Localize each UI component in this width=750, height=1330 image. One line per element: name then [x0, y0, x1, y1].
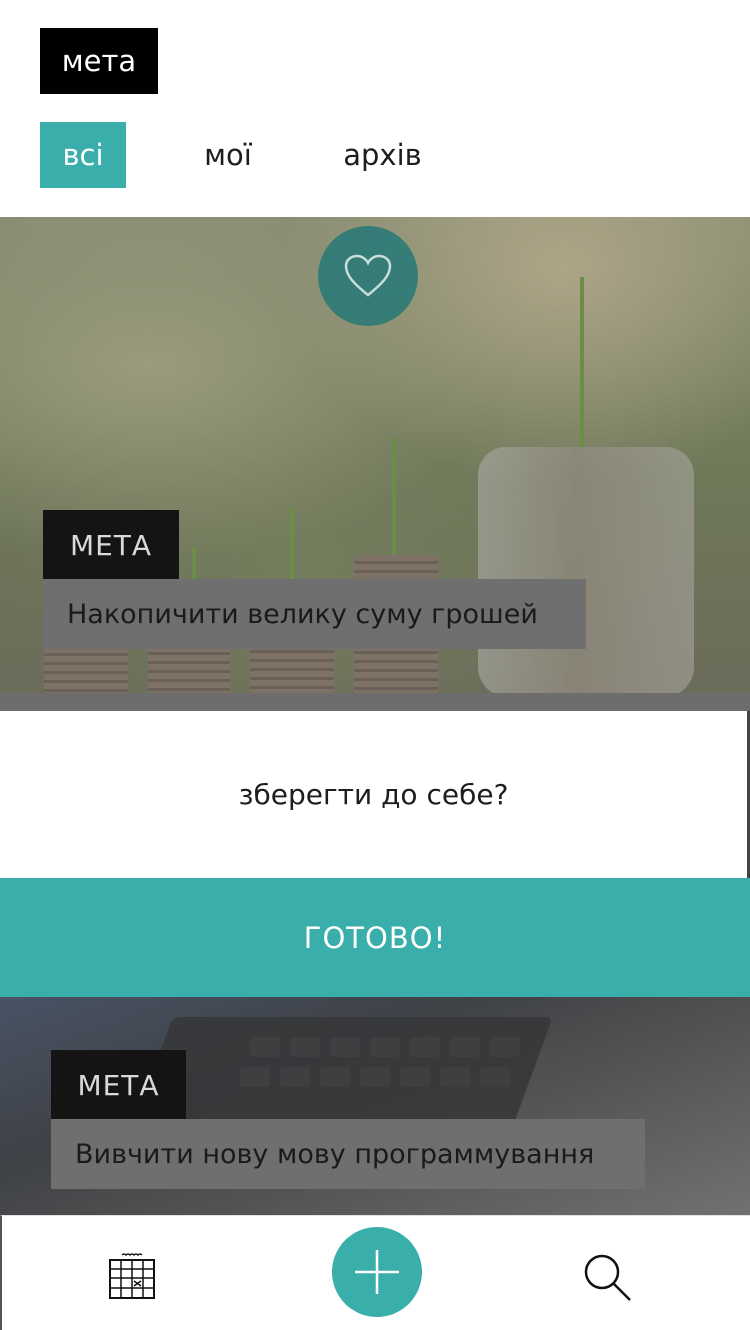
- plus-icon: [355, 1250, 399, 1294]
- heart-icon: [344, 254, 392, 297]
- goal-tag: МЕТА: [43, 510, 179, 580]
- save-question: зберегти до себе?: [0, 711, 750, 878]
- tab-mine[interactable]: мої: [190, 122, 266, 188]
- goal-card-savings[interactable]: МЕТА Накопичити велику суму грошей: [0, 217, 750, 711]
- goal-title: Вивчити нову мову программування: [51, 1119, 645, 1189]
- calendar-icon[interactable]: [108, 1252, 156, 1300]
- tab-archive[interactable]: архів: [335, 122, 430, 188]
- app-logo: мета: [40, 28, 158, 94]
- add-goal-button[interactable]: [332, 1227, 422, 1317]
- search-icon[interactable]: [582, 1252, 632, 1302]
- goal-tag: МЕТА: [51, 1050, 186, 1120]
- goal-card-programming[interactable]: МЕТА Вивчити нову мову программування: [0, 997, 750, 1215]
- tab-all[interactable]: всі: [40, 122, 126, 188]
- favorite-button[interactable]: [318, 226, 418, 326]
- goal-title: Накопичити велику суму грошей: [43, 579, 586, 649]
- bottom-navigation: [0, 1215, 750, 1330]
- done-button[interactable]: ГОТОВО!: [0, 878, 750, 998]
